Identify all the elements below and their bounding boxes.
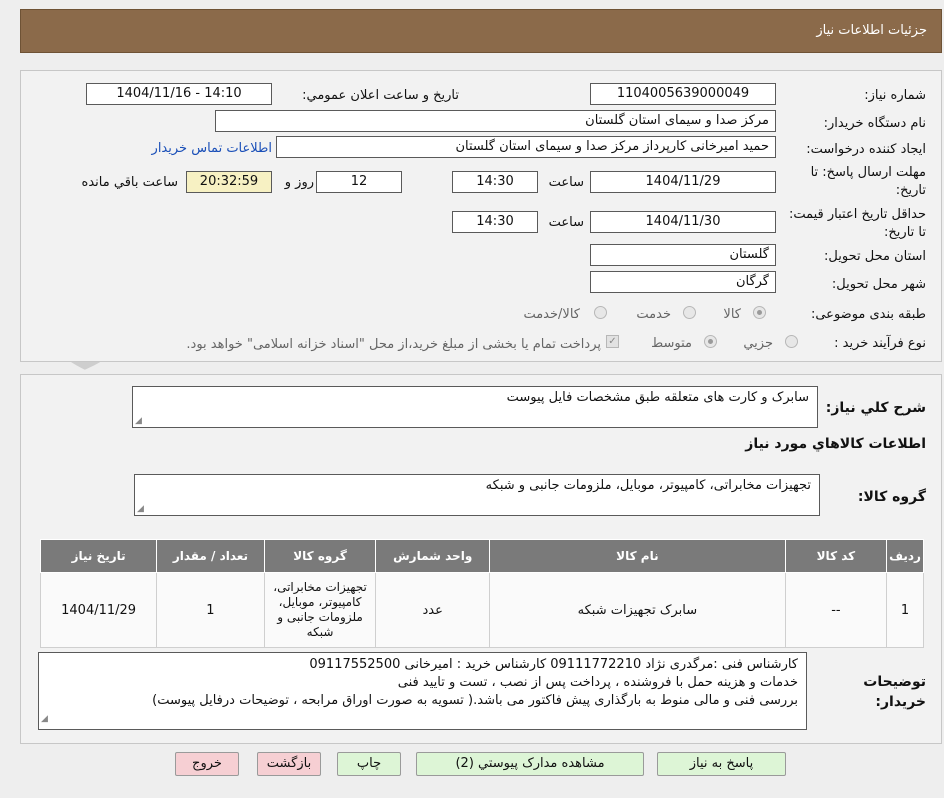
need-number-field: 1104005639000049 xyxy=(590,83,776,105)
process-label: نوع فرآیند خرید : xyxy=(834,336,926,351)
category-radio-goods[interactable] xyxy=(753,306,766,319)
province-label: استان محل تحويل: xyxy=(824,249,926,264)
category-label: طبقه بندی موضوعی: xyxy=(810,307,926,322)
announce-field: 1404/11/16 - 14:10 xyxy=(86,83,272,105)
category-radio-goods-service[interactable] xyxy=(594,306,607,319)
category-radio-service[interactable] xyxy=(683,306,696,319)
deadline-label: مهلت ارسال پاسخ: تا تاریخ: xyxy=(810,165,926,198)
goods-table: رديف کد کالا نام کالا واحد شمارش گروه کا… xyxy=(39,539,924,648)
validity-label: حداقل تاريخ اعتبار قيمت: تا تاريخ: xyxy=(788,207,926,240)
days-field: 12 xyxy=(316,171,402,193)
goods-group-label: گروه کالا: xyxy=(857,489,926,505)
buyer-contact-link[interactable]: اطلاعات تماس خريدار xyxy=(152,141,272,156)
buyer-notes-label: توضيحات خريدار: xyxy=(863,674,926,710)
reply-button[interactable]: پاسخ به نياز xyxy=(657,752,786,776)
city-field: گرگان xyxy=(590,271,776,293)
table-row: 1 -- سابرک تجهیزات شبکه عدد تجهیزات مخاب… xyxy=(39,572,924,648)
province-field: گلستان xyxy=(590,244,776,266)
category-option-service: خدمت xyxy=(636,307,671,322)
remaining-label: ساعت باقي مانده xyxy=(81,175,178,190)
cell-qty: 1 xyxy=(156,572,265,648)
goods-info-title: اطلاعات کالاهاي مورد نياز xyxy=(745,436,926,452)
description-text: سابرک و کارت های متعلقه طبق مشخصات فایل … xyxy=(506,390,809,405)
process-radio-minor[interactable] xyxy=(785,335,798,348)
process-option-minor: جزیي xyxy=(743,336,773,351)
category-option-goods-service: کالا/خدمت xyxy=(523,307,580,322)
buyer-org-field: مرکز صدا و سیمای استان گلستان xyxy=(215,110,776,132)
deadline-time-label: ساعت xyxy=(548,175,584,190)
requester-field: حمید امیرخانی کارپرداز مرکز صدا و سیمای … xyxy=(276,136,776,158)
col-date-header: تاريخ نياز xyxy=(39,539,158,573)
validity-time-field: 14:30 xyxy=(452,211,538,233)
buyer-notes-line: کارشناس فنی :مرگدری نژاد 09111772210 کار… xyxy=(309,657,798,672)
announce-label: تاریخ و ساعت اعلان عمومي: xyxy=(302,88,459,103)
city-label: شهر محل تحويل: xyxy=(831,277,926,292)
need-number-label: شماره نیاز: xyxy=(864,88,926,103)
print-button[interactable]: چاپ xyxy=(337,752,401,776)
requester-label: ایجاد کننده درخواست: xyxy=(806,142,926,157)
description-textarea[interactable]: سابرک و کارت های متعلقه طبق مشخصات فایل … xyxy=(132,386,818,428)
exit-button[interactable]: خروج xyxy=(175,752,239,776)
col-qty-header: تعداد / مقدار xyxy=(156,539,265,573)
attachments-button[interactable]: مشاهده مدارک پيوستي (2) xyxy=(416,752,644,776)
buyer-org-label: نام دستگاه خريدار: xyxy=(823,116,926,131)
goods-group-text: تجهیزات مخابراتی، کامپیوتر، موبایل، ملزو… xyxy=(485,478,811,493)
category-option-goods: کالا xyxy=(723,307,741,322)
col-row-header: رديف xyxy=(886,539,924,573)
cell-name: سابرک تجهیزات شبکه xyxy=(489,572,786,648)
treasury-payment-checkbox[interactable]: ✓ xyxy=(606,335,619,348)
payment-note: پرداخت تمام یا بخشی از مبلغ خرید،از محل … xyxy=(186,337,601,352)
buyer-notes-line: خدمات و هزینه حمل با فروشنده ، پرداخت پس… xyxy=(397,675,798,690)
cell-unit: عدد xyxy=(375,572,491,648)
resize-grip-icon[interactable]: ◢ xyxy=(41,710,48,728)
col-name-header: نام کالا xyxy=(489,539,786,573)
resize-grip-icon[interactable]: ◢ xyxy=(135,416,142,426)
description-label: شرح کلي نياز: xyxy=(825,400,926,416)
remaining-time-field: 20:32:59 xyxy=(186,171,272,193)
process-option-medium: متوسط xyxy=(651,336,692,351)
validity-date-field: 1404/11/30 xyxy=(590,211,776,233)
deadline-time-field: 14:30 xyxy=(452,171,538,193)
cell-date: 1404/11/29 xyxy=(39,572,158,648)
col-group-header: گروه کالا xyxy=(263,539,377,573)
cell-group: تجهیزات مخابراتی، کامپیوتر، موبایل، ملزو… xyxy=(263,572,377,648)
col-unit-header: واحد شمارش xyxy=(375,539,491,573)
days-label: روز و xyxy=(284,175,314,190)
buyer-notes-line: بررسی فنی و مالی منوط به بارگذاری پیش فا… xyxy=(152,693,798,708)
page-header: جزئیات اطلاعات نیاز xyxy=(20,9,942,53)
cell-code: -- xyxy=(784,572,888,648)
col-code-header: کد کالا xyxy=(784,539,888,573)
page-title: جزئیات اطلاعات نیاز xyxy=(816,23,927,38)
table-header-row: رديف کد کالا نام کالا واحد شمارش گروه کا… xyxy=(39,539,924,573)
buyer-notes-textarea[interactable]: کارشناس فنی :مرگدری نژاد 09111772210 کار… xyxy=(38,652,807,730)
deadline-date-field: 1404/11/29 xyxy=(590,171,776,193)
process-radio-medium[interactable] xyxy=(704,335,717,348)
validity-time-label: ساعت xyxy=(548,215,584,230)
resize-grip-icon[interactable]: ◢ xyxy=(137,504,144,514)
goods-group-textarea[interactable]: تجهیزات مخابراتی، کامپیوتر، موبایل، ملزو… xyxy=(134,474,820,516)
cell-row: 1 xyxy=(886,572,924,648)
back-button[interactable]: بازگشت xyxy=(257,752,321,776)
